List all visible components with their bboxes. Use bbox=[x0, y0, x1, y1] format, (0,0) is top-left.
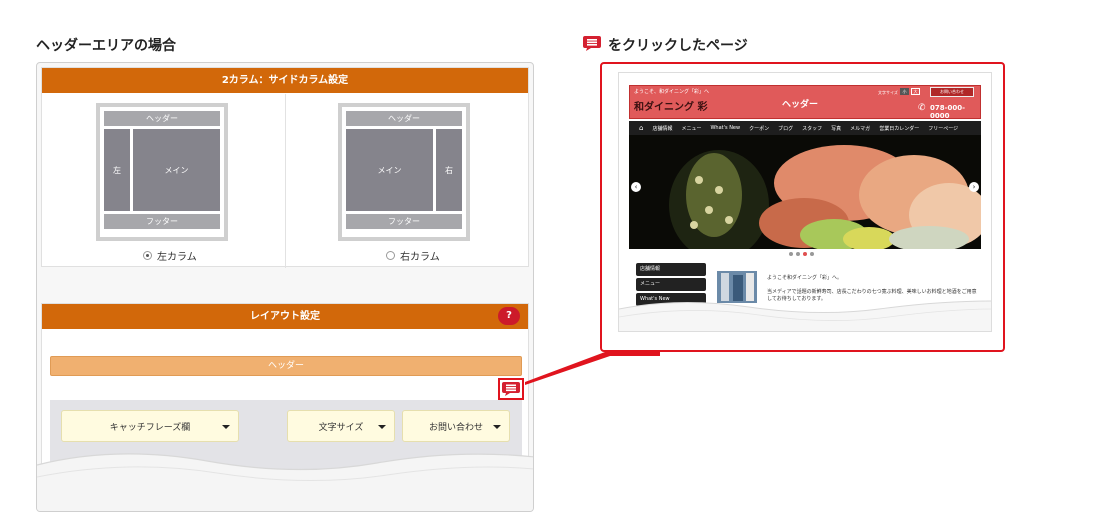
layout-header-block: ヘッダー bbox=[346, 111, 462, 126]
contact-label: お問い合わせ bbox=[428, 422, 483, 433]
layout-main-block: メイン bbox=[133, 129, 220, 211]
radio-unselected-icon bbox=[386, 251, 395, 260]
left-heading: ヘッダーエリアの場合 bbox=[36, 38, 176, 54]
preview-welcome: ようこそ、和ダイニング「彩」へ bbox=[634, 89, 710, 95]
home-icon[interactable]: ⌂ bbox=[639, 124, 643, 132]
preview-wave-decoration bbox=[619, 300, 991, 331]
preview-nav-item[interactable]: ブログ bbox=[778, 125, 793, 132]
caret-down-icon bbox=[493, 425, 501, 429]
layout-main-block: メイン bbox=[346, 129, 433, 211]
left-column-radio[interactable]: 左カラム bbox=[143, 248, 197, 263]
column-setting-section: 2カラム：サイドカラム設定 ヘッダー 左 メイン フッター 左カラム ヘッダー … bbox=[41, 67, 529, 268]
layout-setting-title: レイアウト設定 bbox=[42, 304, 528, 329]
header-area-bar[interactable]: ヘッダー bbox=[50, 356, 522, 376]
font-size-label: 文字サイズ bbox=[318, 422, 364, 433]
layout-header-block: ヘッダー bbox=[104, 111, 220, 126]
preview-nav-item[interactable]: 店舗情報 bbox=[652, 125, 672, 132]
catchphrase-dropdown[interactable]: キャッチフレーズ欄 bbox=[61, 410, 239, 442]
preview-size-large[interactable]: 大 bbox=[911, 88, 920, 95]
preview-intro-title: ようこそ和ダイニング「彩」へ。 bbox=[767, 275, 843, 281]
comment-icon bbox=[582, 35, 602, 52]
right-column-radio[interactable]: 右カラム bbox=[386, 248, 440, 263]
right-heading: をクリックしたページ bbox=[608, 38, 748, 54]
preview-header[interactable]: ようこそ、和ダイニング「彩」へ 和ダイニング 彩 ヘッダー 文字サイズ 小 大 … bbox=[629, 85, 981, 120]
layout-footer-block: フッター bbox=[104, 214, 220, 229]
preview-nav-item[interactable]: What's New bbox=[710, 125, 740, 131]
carousel-dot-active-icon[interactable] bbox=[803, 252, 807, 256]
carousel-dot-icon[interactable] bbox=[810, 252, 814, 256]
preview-hero-image: ‹ › bbox=[629, 135, 981, 249]
preview-nav-item[interactable]: 写真 bbox=[831, 125, 841, 132]
preview-logo: 和ダイニング 彩 bbox=[634, 102, 708, 113]
carousel-prev-icon[interactable]: ‹ bbox=[631, 182, 641, 192]
catchphrase-label: キャッチフレーズ欄 bbox=[109, 422, 191, 433]
carousel-dot-icon[interactable] bbox=[796, 252, 800, 256]
preview-page: ようこそ、和ダイニング「彩」へ 和ダイニング 彩 ヘッダー 文字サイズ 小 大 … bbox=[618, 72, 992, 332]
preview-nav-item[interactable]: スタッフ bbox=[802, 125, 822, 132]
layout-side-block: 左 bbox=[104, 129, 130, 211]
preview-nav-item[interactable]: メルマガ bbox=[850, 125, 870, 132]
caret-down-icon bbox=[378, 425, 386, 429]
wave-fade-decoration bbox=[37, 453, 533, 511]
preview-nav-item[interactable]: クーポン bbox=[749, 125, 769, 132]
preview-size-small[interactable]: 小 bbox=[900, 88, 909, 95]
preview-nav: ⌂ 店舗情報 メニュー What's New クーポン ブログ スタッフ 写真 … bbox=[629, 121, 981, 135]
settings-panel: 2カラム：サイドカラム設定 ヘッダー 左 メイン フッター 左カラム ヘッダー … bbox=[36, 62, 534, 512]
left-column-label: 左カラム bbox=[157, 252, 197, 263]
left-column-layout[interactable]: ヘッダー 左 メイン フッター bbox=[96, 103, 228, 241]
layout-footer-block: フッター bbox=[346, 214, 462, 229]
caret-down-icon bbox=[222, 425, 230, 429]
layout-side-block: 右 bbox=[436, 129, 462, 211]
preview-intro-text: 当メディアで話題の新鮮寿司、店長こだわりの七つ寛ぶ料理、美味しいお料理と地酒をご… bbox=[767, 289, 977, 295]
preview-nav-item[interactable]: 営業日カレンダー bbox=[879, 125, 919, 132]
preview-nav-item[interactable]: フリーページ bbox=[928, 125, 958, 132]
preview-contact-button[interactable]: お問い合わせ bbox=[930, 87, 974, 97]
carousel-dot-icon[interactable] bbox=[789, 252, 793, 256]
right-column-label: 右カラム bbox=[400, 252, 440, 263]
preview-nav-item[interactable]: メニュー bbox=[681, 125, 701, 132]
phone-icon: ✆ bbox=[918, 103, 926, 113]
preview-side-menu-item[interactable]: 店舗情報 bbox=[636, 263, 706, 276]
carousel-dots bbox=[789, 252, 814, 256]
contact-dropdown[interactable]: お問い合わせ bbox=[402, 410, 510, 442]
preview-font-size-label: 文字サイズ bbox=[878, 90, 898, 95]
preview-header-label: ヘッダー bbox=[782, 100, 819, 110]
radio-selected-icon bbox=[143, 251, 152, 260]
preview-phone: 078-000-0000 bbox=[930, 104, 966, 120]
right-column-layout[interactable]: ヘッダー メイン 右 フッター bbox=[338, 103, 470, 241]
font-size-dropdown[interactable]: 文字サイズ bbox=[287, 410, 395, 442]
carousel-next-icon[interactable]: › bbox=[969, 182, 979, 192]
column-setting-title: 2カラム：サイドカラム設定 bbox=[42, 68, 528, 93]
help-icon[interactable]: ? bbox=[498, 307, 520, 325]
preview-frame: ようこそ、和ダイニング「彩」へ 和ダイニング 彩 ヘッダー 文字サイズ 小 大 … bbox=[600, 62, 1005, 352]
preview-side-menu-item[interactable]: メニュー bbox=[636, 278, 706, 291]
